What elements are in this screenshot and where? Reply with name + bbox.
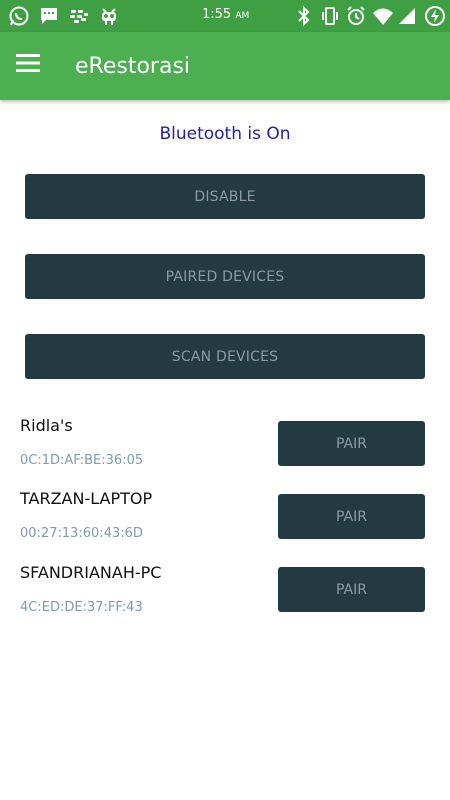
device-item: TARZAN-LAPTOP 00:27:13:60:43:6D PAIR [20,489,430,559]
hamburger-menu-icon[interactable] [16,51,52,81]
ampm-text: AM [235,11,250,21]
whatsapp-icon [8,5,30,27]
status-time: 1:55 AM [202,7,249,22]
device-item: SFANDRIANAH-PC 4C:ED:DE:37:FF:43 PAIR [20,563,430,633]
device-name: Ridla's [20,416,73,435]
pair-button[interactable]: PAIR [278,421,425,466]
app-bar: eRestorasi [0,32,450,100]
paired-devices-button[interactable]: PAIRED DEVICES [25,254,425,299]
pair-button[interactable]: PAIR [278,494,425,539]
device-name: SFANDRIANAH-PC [20,563,162,582]
status-bar: 1:55 AM [0,0,450,32]
bluetooth-status-text: Bluetooth is On [159,124,291,144]
blackberry-icon [68,5,90,27]
disable-button[interactable]: DISABLE [25,174,425,219]
bluetooth-icon [294,5,314,27]
android-icon [98,5,120,27]
alarm-icon [346,5,366,27]
notification-icons [8,5,120,27]
device-name: TARZAN-LAPTOP [20,489,153,508]
scan-devices-button[interactable]: SCAN DEVICES [25,334,425,379]
device-item: Ridla's 0C:1D:AF:BE:36:05 PAIR [20,416,430,486]
app-title: eRestorasi [75,54,191,79]
vibrate-icon [320,5,340,27]
device-mac-address: 0C:1D:AF:BE:36:05 [20,453,144,468]
time-text: 1:55 [202,7,232,22]
system-icons [294,5,445,27]
pair-button[interactable]: PAIR [278,567,425,612]
device-mac-address: 00:27:13:60:43:6D [20,526,143,541]
device-mac-address: 4C:ED:DE:37:FF:43 [20,600,143,615]
wifi-icon [372,5,393,27]
battery-charging-icon [424,5,445,27]
signal-icon [398,5,418,27]
message-icon [38,5,60,27]
